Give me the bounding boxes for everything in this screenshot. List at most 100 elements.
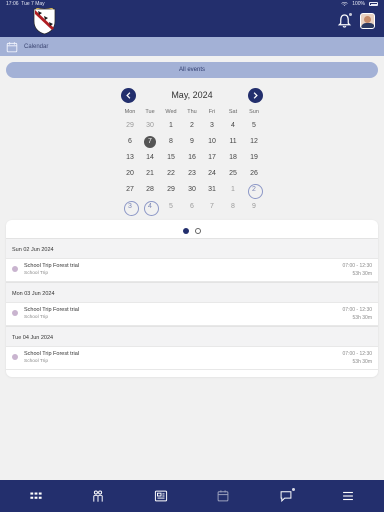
event-item[interactable]: School Trip Forest trial School Trip 07:… (6, 258, 378, 282)
calendar-day[interactable]: 12 (244, 135, 264, 149)
calendar-day[interactable]: 8 (161, 135, 181, 149)
event-title: School Trip Forest trial (24, 263, 80, 269)
calendar-day[interactable]: 13 (120, 151, 140, 165)
event-type: School Trip (24, 271, 48, 276)
event-title: School Trip Forest trial (24, 307, 80, 313)
weekday-label: Tue (145, 109, 155, 115)
calendar-day[interactable]: 17 (202, 151, 222, 165)
event-color-dot (12, 354, 18, 360)
event-duration: 53h 30m (352, 359, 372, 365)
event-color-dot (12, 310, 18, 316)
event-time: 07:00 - 12:30 (342, 307, 372, 313)
calendar-day[interactable]: 26 (244, 167, 264, 181)
calendar-day-with-event[interactable]: 4 (140, 200, 160, 216)
breadcrumb: Calendar (0, 37, 384, 56)
grid-icon (30, 492, 42, 499)
user-avatar[interactable] (360, 13, 375, 29)
notification-badge (348, 12, 353, 17)
month-title: May, 2024 (171, 90, 213, 100)
calendar-day[interactable]: 24 (202, 167, 222, 181)
event-color-dot (12, 266, 18, 272)
calendar-day-with-event[interactable]: 3 (120, 200, 140, 216)
calendar-day[interactable]: 1 (161, 119, 181, 133)
calendar-day[interactable]: 22 (161, 167, 181, 181)
chevron-right-icon (253, 92, 258, 99)
tab-dashboard[interactable] (11, 480, 61, 512)
calendar-day[interactable]: 28 (140, 183, 160, 197)
event-time: 07:00 - 12:30 (342, 351, 372, 357)
calendar-day[interactable]: 21 (140, 167, 160, 181)
calendar-day[interactable]: 5 (244, 119, 264, 133)
calendar-day[interactable]: 15 (161, 151, 181, 165)
wifi-icon (341, 2, 348, 6)
status-date: Tue 7 May (21, 1, 45, 7)
calendar-day[interactable]: 9 (244, 200, 264, 214)
calendar-day[interactable]: 3 (202, 119, 222, 133)
calendar-day[interactable]: 11 (223, 135, 243, 149)
calendar-day[interactable]: 8 (223, 200, 243, 214)
bottom-navigation (0, 480, 384, 512)
calendar-day[interactable]: 6 (182, 200, 202, 214)
calendar-day[interactable]: 29 (161, 183, 181, 197)
calendar-day[interactable]: 30 (182, 183, 202, 197)
tab-messages[interactable] (261, 480, 311, 512)
status-clock: 17:06 (6, 1, 19, 7)
calendar-day-with-event[interactable]: 2 (244, 183, 264, 199)
status-time: 17:06 Tue 7 May (6, 1, 45, 7)
tab-menu[interactable] (323, 480, 373, 512)
messages-badge (291, 487, 296, 492)
weekday-label: Sun (249, 109, 259, 115)
pager-dot-active[interactable] (183, 228, 189, 234)
calendar-day[interactable]: 23 (182, 167, 202, 181)
event-time: 07:00 - 12:30 (342, 263, 372, 269)
calendar-day[interactable]: 18 (223, 151, 243, 165)
weekday-label: Thu (187, 109, 197, 115)
status-indicators: 100% (341, 1, 378, 7)
event-type: School Trip (24, 315, 48, 320)
weekday-label: Mon (124, 109, 136, 115)
weekday-label: Wed (165, 109, 177, 115)
event-duration: 53h 30m (352, 271, 372, 277)
avatar-body (361, 23, 374, 28)
event-duration: 53h 30m (352, 315, 372, 321)
calendar-day[interactable]: 16 (182, 151, 202, 165)
calendar-day[interactable]: 9 (182, 135, 202, 149)
calendar-day[interactable]: 2 (182, 119, 202, 133)
calendar-day[interactable]: 14 (140, 151, 160, 165)
calendar-day[interactable]: 25 (223, 167, 243, 181)
battery-icon (369, 2, 378, 6)
calendar-day[interactable]: 31 (202, 183, 222, 197)
calendar-icon (217, 490, 229, 502)
all-events-button[interactable]: All events (6, 62, 378, 78)
calendar-day[interactable]: 19 (244, 151, 264, 165)
tab-news[interactable] (136, 480, 186, 512)
school-crest-logo[interactable] (32, 8, 57, 35)
calendar-icon (6, 41, 18, 52)
event-title: School Trip Forest trial (24, 351, 80, 357)
battery-percent: 100% (352, 1, 365, 7)
calendar-day[interactable]: 20 (120, 167, 140, 181)
news-icon (154, 490, 168, 502)
calendar-day[interactable]: 6 (120, 135, 140, 149)
event-day-header: Tue 04 Jun 2024 (6, 326, 378, 348)
calendar-day[interactable]: 27 (120, 183, 140, 197)
breadcrumb-label: Calendar (24, 43, 49, 50)
month-navigation: May, 2024 (120, 88, 264, 104)
next-month-button[interactable] (248, 88, 263, 103)
tab-people[interactable] (73, 480, 123, 512)
people-icon (93, 490, 103, 502)
event-day-header: Sun 02 Jun 2024 (6, 238, 378, 260)
calendar-day[interactable]: 10 (202, 135, 222, 149)
pager-dot[interactable] (195, 228, 201, 234)
calendar-day[interactable]: 7 (202, 200, 222, 214)
calendar-day[interactable]: 5 (161, 200, 181, 214)
tab-calendar[interactable] (198, 480, 248, 512)
event-item[interactable]: School Trip Forest trial School Trip 07:… (6, 302, 378, 326)
event-item[interactable]: School Trip Forest trial School Trip 07:… (6, 346, 378, 370)
calendar-day[interactable]: 30 (140, 119, 160, 133)
calendar-day[interactable]: 4 (223, 119, 243, 133)
calendar-day[interactable]: 29 (120, 119, 140, 133)
calendar-day-selected[interactable]: 7 (140, 135, 160, 149)
calendar-day[interactable]: 1 (223, 183, 243, 197)
weekday-label: Sat (228, 109, 238, 115)
